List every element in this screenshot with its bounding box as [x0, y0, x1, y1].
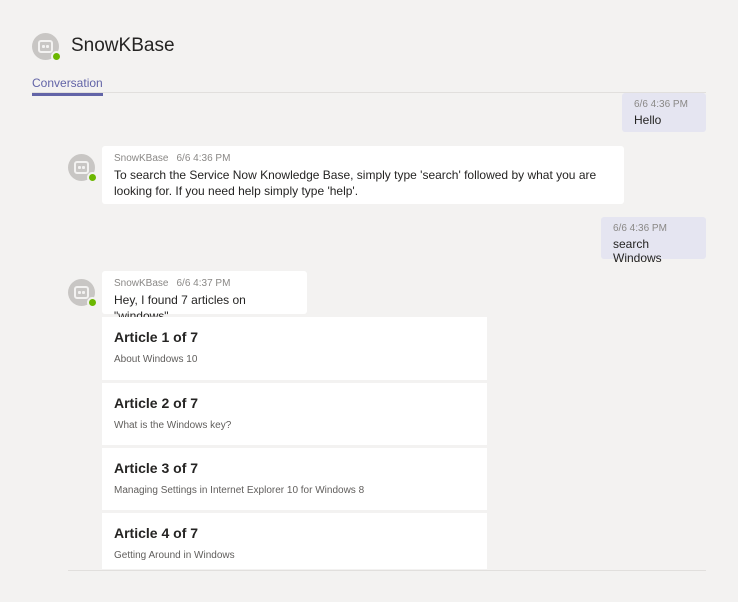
message-meta: SnowKBase 6/6 4:36 PM [114, 153, 612, 164]
available-status-icon [87, 172, 98, 183]
available-status-icon [87, 297, 98, 308]
bot-avatar[interactable] [68, 154, 98, 183]
divider [68, 570, 706, 571]
message-timestamp: 6/6 4:36 PM [613, 223, 667, 234]
article-card[interactable]: Article 3 of 7 Managing Settings in Inte… [102, 448, 487, 510]
article-title: Article 4 of 7 [114, 525, 199, 541]
sent-message[interactable]: 6/6 4:36 PM search Windows [601, 217, 706, 265]
article-subtitle: About Windows 10 [114, 354, 198, 365]
article-title: Article 3 of 7 [114, 460, 199, 476]
message-text: To search the Service Now Knowledge Base… [114, 168, 597, 198]
message-meta: SnowKBase 6/6 4:37 PM [114, 278, 295, 289]
article-card[interactable]: Article 2 of 7 What is the Windows key? [102, 383, 487, 445]
chat-header: SnowKBase [32, 28, 175, 64]
bot-avatar[interactable] [32, 32, 62, 62]
received-message[interactable]: SnowKBase 6/6 4:37 PM Hey, I found 7 arti… [102, 271, 307, 323]
bot-icon [74, 161, 89, 174]
bot-icon [38, 39, 53, 53]
article-card[interactable]: Article 1 of 7 About Windows 10 [102, 317, 487, 380]
article-subtitle: What is the Windows key? [114, 420, 232, 431]
available-status-icon [51, 50, 62, 62]
article-card[interactable]: Article 4 of 7 Getting Around in Windows [102, 513, 487, 569]
article-title: Article 1 of 7 [114, 329, 199, 345]
received-message[interactable]: SnowKBase 6/6 4:36 PM To search the Servi… [102, 146, 624, 204]
message-timestamp: 6/6 4:36 PM [634, 99, 688, 110]
message-text: Hello [634, 113, 662, 127]
article-subtitle: Managing Settings in Internet Explorer 1… [114, 485, 365, 496]
tab-conversation[interactable]: Conversation [32, 76, 103, 96]
message-timestamp: 6/6 4:37 PM [176, 278, 231, 289]
bot-avatar[interactable] [68, 279, 98, 308]
sender-name: SnowKBase [114, 153, 169, 164]
article-title: Article 2 of 7 [114, 395, 199, 411]
message-text: search Windows [613, 237, 662, 265]
message-timestamp: 6/6 4:36 PM [176, 153, 231, 164]
chat-title: SnowKBase [71, 35, 175, 56]
bot-icon [74, 286, 89, 299]
divider [32, 92, 706, 93]
article-subtitle: Getting Around in Windows [114, 550, 235, 561]
sent-message[interactable]: 6/6 4:36 PM Hello [622, 93, 706, 132]
sender-name: SnowKBase [114, 278, 169, 289]
